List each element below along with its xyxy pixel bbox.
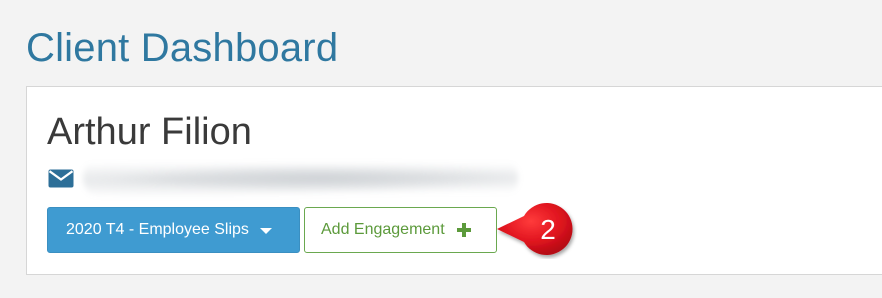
page-title: Client Dashboard (26, 26, 339, 70)
add-engagement-button[interactable]: Add Engagement (304, 207, 497, 253)
email-address-redacted (83, 159, 518, 197)
caret-down-icon (259, 228, 272, 234)
engagement-dropdown-label: 2020 T4 - Employee Slips (66, 221, 249, 238)
plus-icon (456, 223, 471, 237)
envelope-icon (48, 169, 74, 188)
step-number: 2 (540, 214, 556, 245)
client-card: Arthur Filion 2020 T4 - Employee Slips A… (26, 86, 882, 275)
add-engagement-label: Add Engagement (321, 221, 445, 238)
client-name: Arthur Filion (47, 111, 252, 153)
engagement-dropdown[interactable]: 2020 T4 - Employee Slips (47, 207, 300, 253)
step-callout-badge: 2 (497, 203, 573, 255)
